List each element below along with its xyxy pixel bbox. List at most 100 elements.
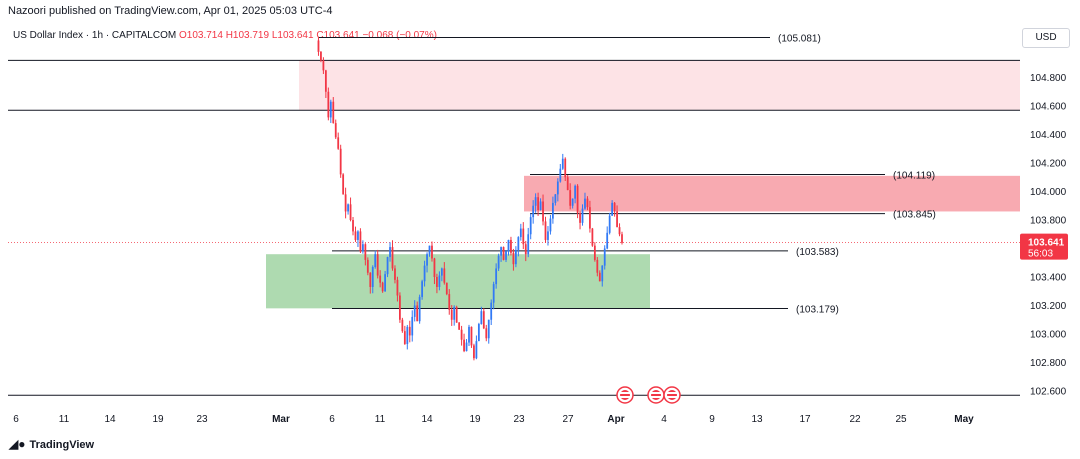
candle-body (320, 51, 322, 61)
x-tick-label: 14 (421, 414, 433, 425)
x-tick-label: 11 (59, 414, 70, 425)
candle-body (470, 326, 473, 346)
candle-body (421, 281, 424, 297)
candle-body (448, 294, 451, 310)
candle-body (458, 322, 461, 330)
candle-body (589, 207, 591, 229)
candle-body (601, 265, 604, 282)
candle-body (591, 228, 594, 246)
candle-body (527, 234, 530, 255)
candle-body (566, 177, 569, 191)
candle-body (450, 309, 453, 320)
candle-body (401, 319, 404, 332)
demand-zone (266, 254, 650, 309)
currency-button[interactable]: USD (1022, 28, 1070, 48)
x-tick-label: 19 (152, 414, 164, 425)
x-tick-label: 14 (104, 414, 116, 425)
zones-layer (266, 60, 1020, 309)
candle-body (507, 239, 510, 252)
candle-body (339, 148, 342, 175)
candle-body (512, 252, 515, 265)
candle-body (579, 212, 581, 223)
y-tick-label: 104.200 (1030, 159, 1067, 170)
candle-body (418, 296, 421, 322)
candle-body (347, 204, 349, 212)
candle-body (433, 258, 436, 277)
x-tick-label: 6 (13, 414, 19, 425)
tradingview-logo[interactable]: ◢● TradingView (9, 437, 94, 451)
candle-body (374, 254, 377, 268)
candle-body (406, 326, 409, 344)
candle-body (596, 259, 599, 273)
candle-body (460, 329, 463, 340)
candle-body (477, 324, 480, 342)
x-tick-label: 11 (375, 414, 386, 425)
x-tick-label: 23 (196, 414, 208, 425)
candle-body (608, 215, 611, 233)
candle-body (411, 316, 414, 336)
us-flag-event-icon (663, 386, 681, 404)
y-tick-label: 104.600 (1030, 102, 1067, 113)
candle-body (606, 232, 609, 249)
x-tick-label: 17 (799, 414, 811, 425)
candle-body (576, 185, 579, 213)
candle-body (354, 231, 357, 240)
level-label: (103.583) (796, 247, 839, 258)
x-tick-label: 9 (709, 414, 715, 425)
candle-body (482, 311, 485, 329)
candle-body (453, 306, 456, 320)
candle-body (384, 274, 386, 292)
level-label: (103.845) (893, 210, 936, 221)
last-price-value: 103.641 (1028, 238, 1065, 249)
candle-body (552, 202, 554, 219)
candle-body (492, 284, 495, 303)
candle-body (556, 181, 559, 195)
candle-body (428, 245, 431, 255)
candle-body (317, 40, 320, 52)
candle-body (554, 194, 557, 203)
candle-body (616, 211, 618, 228)
x-tick-label: Mar (272, 414, 290, 425)
price-chart[interactable]: (105.081) (104.119) (103.845) (103.583) (103… (0, 0, 1080, 459)
x-tick-label: 23 (513, 414, 525, 425)
y-tick-label: 104.400 (1030, 130, 1067, 141)
x-tick-label: 4 (661, 414, 667, 425)
candle-body (519, 228, 522, 238)
candle-body (455, 306, 458, 323)
x-tick-label: 19 (469, 414, 481, 425)
y-tick-label: 104.000 (1030, 187, 1067, 198)
candle-body (443, 268, 446, 283)
tradingview-logo-icon: ◢● (9, 437, 26, 451)
candle-body (361, 244, 364, 252)
candle-body (542, 201, 544, 222)
tradingview-logo-label: TradingView (29, 439, 95, 451)
candle-body (485, 328, 488, 339)
candle-body (426, 254, 428, 266)
candle-body (364, 244, 367, 260)
y-tick-label: 103.800 (1030, 216, 1067, 227)
candle-body (584, 198, 586, 209)
candle-body (549, 218, 552, 232)
candle-body (598, 272, 601, 282)
candle-body (389, 247, 391, 258)
x-axis: 6 11 14 19 23 Mar 6 11 14 19 23 27 Apr 4 9 13 17 22 25 May (13, 414, 974, 425)
candle-body (327, 91, 330, 118)
candle-body (473, 345, 475, 359)
level-label: (103.179) (796, 304, 839, 315)
candle-body (517, 237, 520, 250)
candle-body (497, 255, 500, 269)
countdown-value: 56:03 (1028, 249, 1053, 260)
candle-body (611, 202, 614, 216)
y-tick-label: 102.600 (1030, 387, 1067, 398)
candle-body (502, 247, 505, 260)
candle-body (463, 339, 465, 352)
event-markers (616, 386, 681, 404)
candle-body (603, 248, 606, 266)
candle-body (413, 305, 416, 317)
candle-body (386, 257, 389, 275)
candle-body (416, 305, 419, 322)
candle-body (344, 194, 347, 212)
supply-zone (524, 175, 1020, 212)
y-tick-label: 103.000 (1030, 330, 1067, 341)
candle-body (495, 268, 498, 285)
